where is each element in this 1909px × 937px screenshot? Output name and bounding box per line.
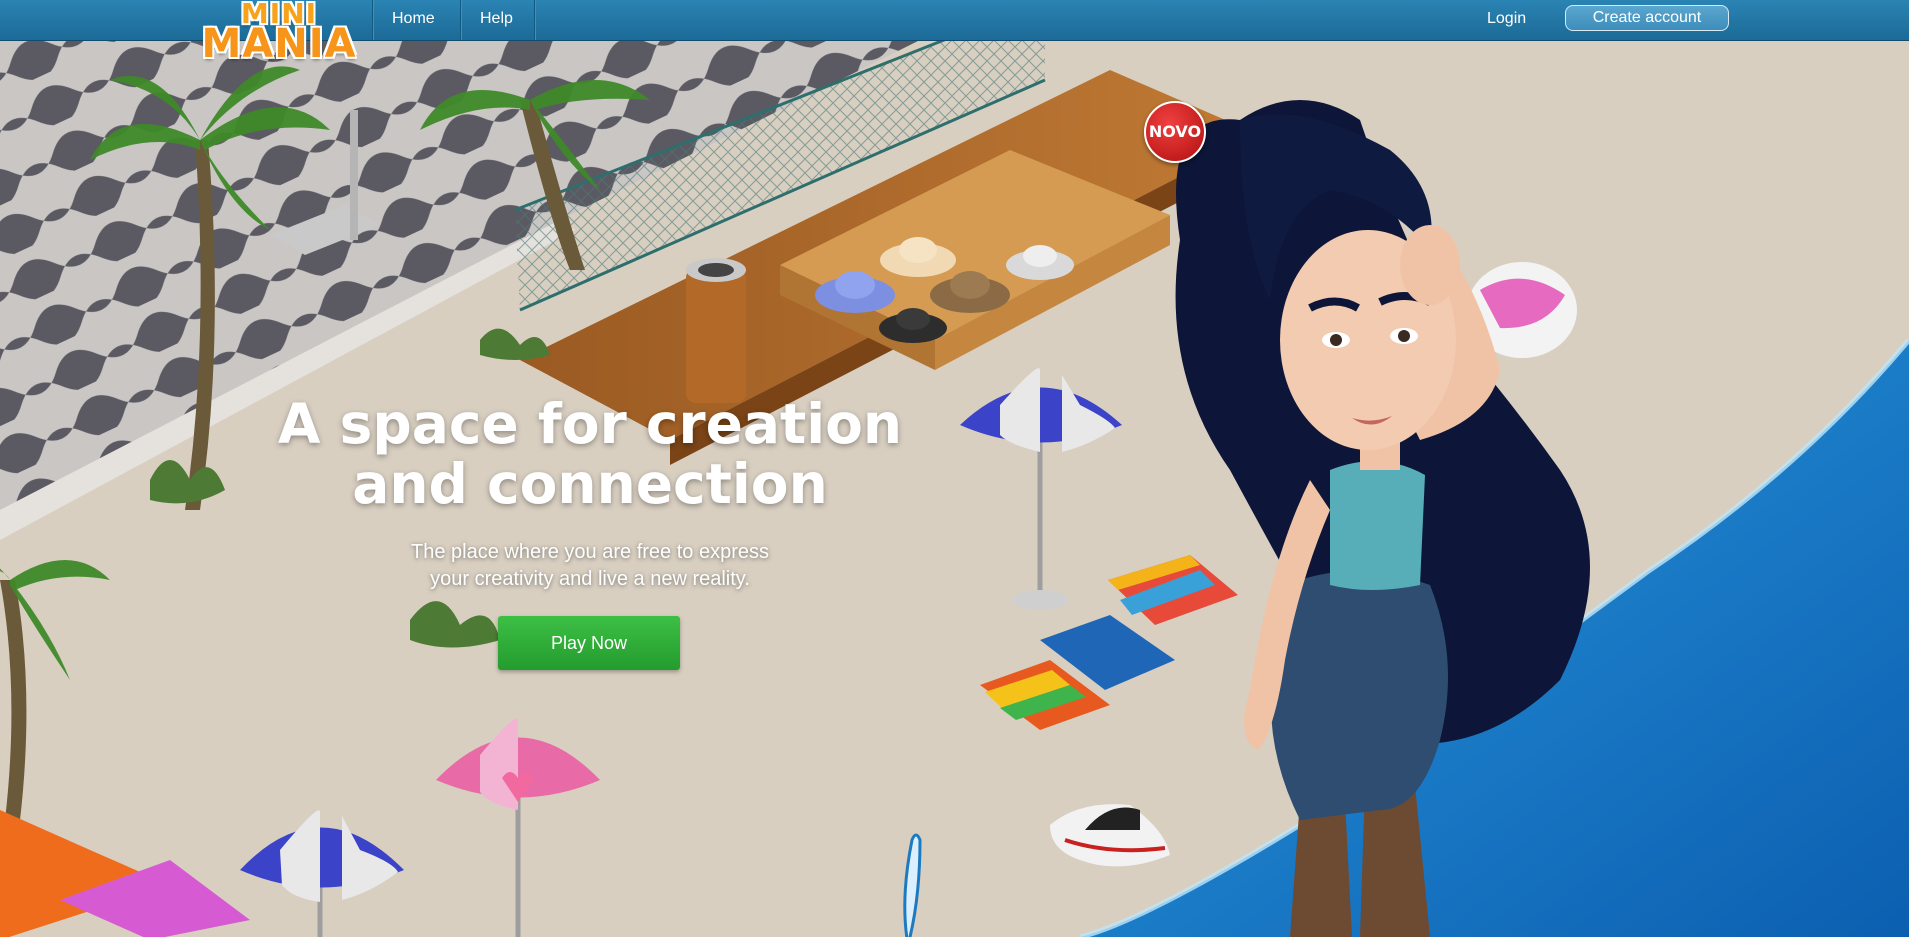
play-now-button[interactable]: Play Now <box>498 616 680 670</box>
nav-home-link[interactable]: Home <box>392 10 435 28</box>
hero-subtitle-line1: The place where you are free to express <box>411 541 769 563</box>
top-navigation-bar: MINI MANIA Home Help Login Create accoun… <box>0 0 1909 64</box>
nav-divider <box>372 0 373 40</box>
hero-title-line2: and connection <box>352 452 828 516</box>
hero-title: A space for creation and connection <box>240 394 940 514</box>
nav-help-link[interactable]: Help <box>480 10 513 28</box>
hero-subtitle-line2: your creativity and live a new reality. <box>430 568 750 590</box>
logo-line2: MANIA <box>201 21 357 67</box>
create-account-button[interactable]: Create account <box>1565 5 1729 31</box>
novo-badge: NOVO <box>1144 101 1206 163</box>
nav-divider <box>534 0 535 40</box>
hero-title-line1: A space for creation <box>277 392 903 456</box>
hero-subtitle: The place where you are free to express … <box>340 539 840 593</box>
minimania-logo[interactable]: MINI MANIA <box>193 0 365 70</box>
nav-divider <box>460 0 461 40</box>
login-link[interactable]: Login <box>1487 10 1526 28</box>
